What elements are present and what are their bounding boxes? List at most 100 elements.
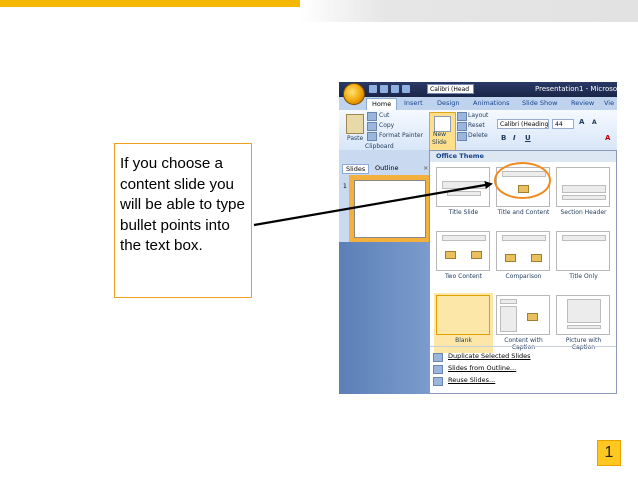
reuse-icon — [433, 377, 443, 386]
grow-font-icon[interactable]: A — [579, 118, 584, 126]
tab-insert[interactable]: Insert — [404, 99, 423, 107]
underline-icon[interactable]: U — [525, 134, 531, 142]
layout-blank[interactable]: Blank — [434, 293, 493, 353]
reset-label[interactable]: Reset — [468, 122, 485, 129]
placeholder-bar — [562, 235, 606, 241]
slide-thumbnail[interactable] — [354, 180, 426, 238]
layout-label[interactable]: Layout — [468, 112, 488, 119]
menu-slides-from-outline[interactable]: Slides from Outline... — [430, 363, 616, 374]
layout-section-header[interactable]: Section Header — [554, 165, 613, 225]
header-gradient — [300, 0, 638, 22]
save-icon[interactable] — [369, 85, 377, 93]
office-button[interactable] — [343, 83, 365, 105]
shrink-font-icon[interactable]: A — [592, 119, 597, 126]
placeholder-bar — [500, 299, 517, 304]
delete-icon[interactable] — [457, 132, 467, 141]
paste-label[interactable]: Paste — [347, 135, 363, 142]
placeholder-bar — [562, 195, 606, 200]
bold-icon[interactable]: B — [501, 134, 506, 142]
layout-label: Two Content — [444, 273, 483, 280]
tab-review[interactable]: Review — [571, 99, 594, 107]
menu-item-label: Duplicate Selected Slides — [448, 352, 531, 360]
layout-comparison[interactable]: Comparison — [494, 229, 553, 289]
layout-picture-with-caption[interactable]: Picture with Caption — [554, 293, 613, 353]
layout-preview — [436, 295, 490, 335]
content-icon — [505, 254, 516, 262]
menu-item-label: Slides from Outline... — [448, 364, 517, 372]
qat-font-box[interactable]: Calibri (Head — [427, 84, 474, 94]
format-painter-label[interactable]: Format Painter — [379, 132, 423, 139]
highlight-ring — [494, 162, 551, 199]
content-icon — [527, 313, 538, 321]
layout-title-slide[interactable]: Title Slide — [434, 165, 493, 225]
placeholder-bar — [500, 306, 517, 332]
format-painter-icon[interactable] — [367, 132, 377, 141]
page-number: 1 — [597, 440, 621, 466]
layout-preview — [556, 231, 610, 271]
tab-outline[interactable]: Outline — [375, 164, 399, 172]
layout-preview — [436, 231, 490, 271]
undo-icon[interactable] — [380, 85, 388, 93]
content-icon — [471, 251, 482, 259]
content-icon — [445, 251, 456, 259]
layout-title-only[interactable]: Title Only — [554, 229, 613, 289]
menu-duplicate-slides[interactable]: Duplicate Selected Slides — [430, 351, 616, 362]
menu-separator — [430, 346, 616, 347]
placeholder-bar — [502, 235, 546, 241]
layout-preview — [556, 167, 610, 207]
font-color-icon[interactable]: A — [605, 134, 610, 142]
placeholder-bar — [567, 325, 601, 329]
accent-bar — [0, 0, 300, 7]
clipboard-group-label: Clipboard — [365, 143, 394, 150]
callout-box: If you choose a content slide you will b… — [114, 143, 252, 298]
new-slide-icon — [434, 116, 451, 132]
cut-label[interactable]: Cut — [379, 112, 389, 119]
layout-label: Comparison — [505, 273, 542, 280]
layout-label: Title Only — [569, 273, 598, 280]
redo-icon[interactable] — [391, 85, 399, 93]
powerpoint-screenshot: Calibri (Head Presentation1 - Microso Ho… — [339, 82, 617, 394]
layout-two-content[interactable]: Two Content — [434, 229, 493, 289]
bullets-icon[interactable] — [402, 85, 410, 93]
menu-item-label: Reuse Slides... — [448, 376, 496, 384]
placeholder-bar — [562, 185, 606, 193]
layout-label: Blank — [455, 337, 472, 344]
new-slide-label2: Slide — [432, 139, 447, 146]
new-slide-label: New — [433, 131, 447, 138]
cut-icon[interactable] — [367, 112, 377, 121]
layout-content-with-caption[interactable]: Content with Caption — [494, 293, 553, 353]
font-name-select[interactable]: Calibri (Headings — [497, 119, 549, 129]
reset-icon[interactable] — [457, 122, 467, 131]
placeholder-bar — [567, 299, 601, 323]
new-slide-button[interactable]: New Slide — [429, 112, 456, 152]
layout-preview — [496, 295, 550, 335]
copy-icon[interactable] — [367, 122, 377, 131]
workspace-background — [339, 242, 431, 394]
layout-label: Section Header — [560, 209, 607, 216]
menu-reuse-slides[interactable]: Reuse Slides... — [430, 375, 616, 386]
layout-preview — [496, 231, 550, 271]
paste-icon[interactable] — [346, 114, 364, 134]
layout-label: Title Slide — [448, 209, 479, 216]
gallery-header: Office Theme — [430, 151, 616, 162]
placeholder-bar — [442, 235, 486, 241]
layout-icon[interactable] — [457, 112, 467, 121]
layout-label: Title and Content — [497, 209, 550, 216]
placeholder-bar — [447, 191, 481, 196]
tab-animations[interactable]: Animations — [473, 99, 510, 107]
ribbon-tabs: Home Insert Design Animations Slide Show… — [339, 97, 617, 111]
font-size-select[interactable]: 44 — [552, 119, 574, 129]
tab-slides[interactable]: Slides — [342, 164, 370, 174]
italic-icon[interactable]: I — [513, 134, 516, 142]
slide-number: 1 — [343, 183, 347, 190]
delete-label[interactable]: Delete — [468, 132, 488, 139]
callout-text: If you choose a content slide you will b… — [120, 155, 245, 254]
close-icon[interactable]: × — [423, 164, 428, 172]
tab-design[interactable]: Design — [437, 99, 459, 107]
tab-slide-show[interactable]: Slide Show — [522, 99, 557, 107]
copy-label[interactable]: Copy — [379, 122, 394, 129]
layout-preview — [436, 167, 490, 207]
tab-view[interactable]: Vie — [604, 99, 614, 107]
layout-label: Content with Caption — [504, 337, 543, 351]
ribbon: Paste Cut Copy Format Painter Clipboard … — [339, 110, 617, 152]
